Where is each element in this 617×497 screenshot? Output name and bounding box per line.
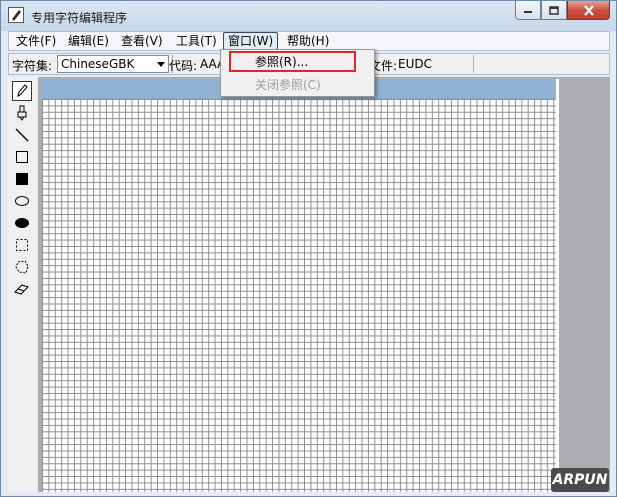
hollow-rectangle-tool[interactable] xyxy=(12,147,32,167)
charset-select[interactable]: ChineseGBK xyxy=(57,55,169,73)
charset-value: ChineseGBK xyxy=(61,57,135,71)
close-button[interactable] xyxy=(567,1,610,20)
dropdown-arrow-icon xyxy=(157,62,165,67)
filled-ellipse-icon xyxy=(15,218,29,228)
pencil-tool[interactable] xyxy=(12,81,32,101)
title-bar: 专用字符编辑程序 xyxy=(1,1,616,31)
filled-rectangle-icon xyxy=(16,173,28,185)
freeform-select-tool[interactable] xyxy=(12,257,32,277)
menu-window[interactable]: 窗口(W) xyxy=(223,32,279,50)
toolbox xyxy=(8,77,37,492)
close-icon xyxy=(583,4,594,16)
filled-ellipse-tool[interactable] xyxy=(12,213,32,233)
file-value: EUDC xyxy=(398,57,432,71)
edit-area xyxy=(38,77,610,492)
maximize-button[interactable] xyxy=(541,1,567,20)
hollow-rectangle-icon xyxy=(16,151,28,163)
highlight-annotation xyxy=(229,51,356,72)
filled-rectangle-tool[interactable] xyxy=(12,169,32,189)
charset-label: 字符集: xyxy=(12,59,53,73)
brush-tool[interactable] xyxy=(12,103,32,123)
rectangle-select-tool[interactable] xyxy=(12,235,32,255)
minimize-icon xyxy=(524,11,532,13)
minimize-button[interactable] xyxy=(515,1,541,20)
app-pencil-icon xyxy=(8,7,24,23)
menu-item-close-reference: 关闭参照(C) xyxy=(255,78,321,92)
maximize-icon xyxy=(549,5,559,15)
menu-view[interactable]: 查看(V) xyxy=(117,33,167,49)
menu-help[interactable]: 帮助(H) xyxy=(283,33,333,49)
hollow-ellipse-tool[interactable] xyxy=(12,191,32,211)
eraser-tool[interactable] xyxy=(12,279,32,299)
line-icon xyxy=(15,128,29,142)
freeform-select-icon xyxy=(15,260,29,274)
menu-tools[interactable]: 工具(T) xyxy=(172,33,221,49)
rectangle-select-icon xyxy=(16,239,28,251)
separator xyxy=(473,55,474,73)
window-title: 专用字符编辑程序 xyxy=(31,11,128,25)
grid-border xyxy=(556,79,559,492)
edit-grid[interactable] xyxy=(42,99,556,492)
menu-bar: 文件(F) 编辑(E) 查看(V) 工具(T) 窗口(W) 帮助(H) xyxy=(8,31,610,51)
menu-edit[interactable]: 编辑(E) xyxy=(64,33,113,49)
eraser-icon xyxy=(14,284,29,295)
pencil-icon xyxy=(17,84,28,98)
code-label: 代码: xyxy=(169,59,198,73)
line-tool[interactable] xyxy=(12,125,32,145)
menu-file[interactable]: 文件(F) xyxy=(12,33,60,49)
hollow-ellipse-icon xyxy=(15,196,29,206)
watermark-logo: ARPUN xyxy=(551,468,609,492)
brush-icon xyxy=(17,105,27,121)
window-controls xyxy=(515,1,610,20)
